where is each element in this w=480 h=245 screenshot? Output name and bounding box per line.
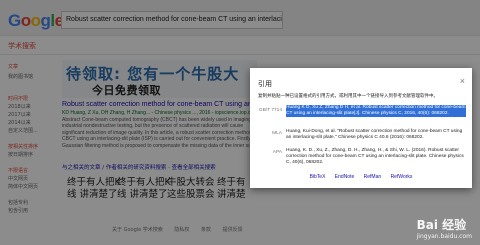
watermark-main: Bai 经验 — [416, 218, 467, 232]
export-bibtex-link[interactable]: BibTeX — [310, 174, 326, 180]
citation-text-apa[interactable]: Huang, K. D., Xu, Z., Zhang, D. H., Zhan… — [286, 148, 466, 166]
citation-style-label: MLA — [272, 131, 282, 136]
export-links: BibTeX EndNote RefMan RefWorks — [250, 174, 472, 180]
export-endnote-link[interactable]: EndNote — [335, 174, 354, 180]
baidu-jingyan-watermark: Bai 经验 jingyan.baidu.com — [417, 216, 472, 240]
close-icon[interactable]: × — [460, 76, 465, 86]
cite-dialog: 引用 × 复制并粘贴一种已设置格式的引用方式，或利用其中一个链接导入到参考文献管… — [250, 68, 472, 188]
citation-text-gbt[interactable]: Huang K D, Xu Z, Zhang D H, et al. Robus… — [286, 105, 466, 117]
citation-text-mla[interactable]: Huang, Kui-Dong, et al. "Robust scatter … — [286, 129, 466, 141]
export-refworks-link[interactable]: RefWorks — [391, 174, 413, 180]
dialog-hint: 复制并粘贴一种已设置格式的引用方式，或利用其中一个链接导入到参考文献管理软件中。 — [258, 93, 438, 98]
citation-style-label: APA — [272, 150, 282, 155]
dialog-title: 引用 — [258, 81, 272, 88]
citation-style-label: GB/T 7714 — [258, 108, 282, 113]
watermark-url: jingyan.baidu.com — [416, 233, 472, 240]
export-refman-link[interactable]: RefMan — [364, 174, 382, 180]
